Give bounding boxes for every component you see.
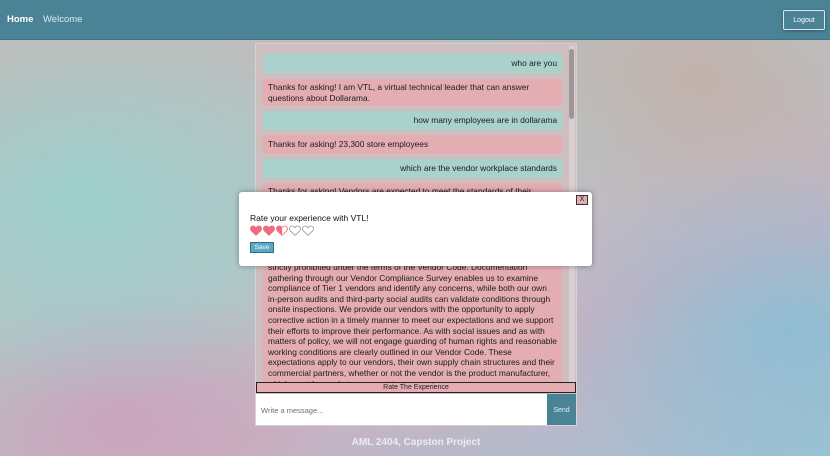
logout-button[interactable]: Logout bbox=[783, 10, 825, 30]
heart-icon[interactable] bbox=[250, 225, 262, 236]
top-navbar: Home Welcome Logout bbox=[0, 0, 830, 40]
bot-message: Thanks for asking! 23,300 store employee… bbox=[263, 135, 562, 154]
rating-modal: X Rate your experience with VTL! Save bbox=[239, 192, 592, 266]
message-input[interactable] bbox=[256, 394, 547, 425]
heart-rating[interactable] bbox=[250, 225, 314, 237]
modal-close-button[interactable]: X bbox=[576, 195, 588, 205]
heart-icon[interactable] bbox=[276, 225, 288, 236]
user-message: how many employees are in dollarama bbox=[263, 111, 562, 130]
heart-icon[interactable] bbox=[263, 225, 275, 236]
nav-welcome-link[interactable]: Welcome bbox=[43, 14, 82, 25]
modal-title: Rate your experience with VTL! bbox=[250, 213, 369, 223]
save-rating-button[interactable]: Save bbox=[250, 242, 274, 253]
message-composer: Send bbox=[256, 394, 576, 425]
heart-icon[interactable] bbox=[302, 225, 314, 236]
send-button[interactable]: Send bbox=[547, 394, 576, 425]
heart-icon[interactable] bbox=[289, 225, 301, 236]
rate-experience-button[interactable]: Rate The Experience bbox=[256, 382, 576, 393]
footer-caption: AML 2404, Capston Project bbox=[351, 437, 481, 448]
user-message: which are the vendor workplace standards bbox=[263, 159, 562, 178]
bot-message: Thanks for asking! I am VTL, a virtual t… bbox=[263, 79, 562, 106]
user-message: who are you bbox=[263, 54, 562, 73]
scrollbar-thumb[interactable] bbox=[569, 49, 574, 119]
nav-home-link[interactable]: Home bbox=[7, 14, 33, 25]
bot-message: strictly prohibited under the terms of t… bbox=[263, 250, 562, 382]
